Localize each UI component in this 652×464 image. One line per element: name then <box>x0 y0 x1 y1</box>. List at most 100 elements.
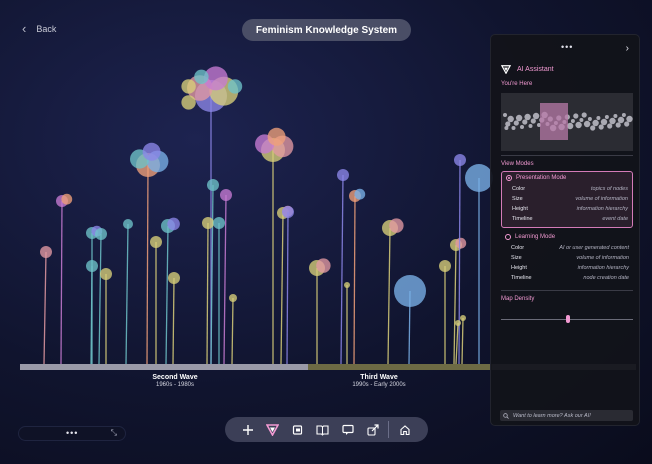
timeline-segment[interactable] <box>308 364 492 370</box>
knowledge-node[interactable] <box>309 258 331 364</box>
minimap-node <box>570 119 575 123</box>
mode-row-key: Height <box>512 206 528 212</box>
view-modes-label: View Modes <box>501 161 534 167</box>
minimap-node <box>515 114 523 122</box>
knowledge-node[interactable] <box>207 179 219 365</box>
minimap-node <box>575 121 582 129</box>
density-slider-thumb[interactable] <box>566 315 570 323</box>
knowledge-node[interactable] <box>95 228 107 365</box>
knowledge-node[interactable] <box>168 272 180 365</box>
minimap-node <box>617 116 625 124</box>
add-icon <box>242 424 253 435</box>
ai-assistant-button[interactable] <box>260 417 285 442</box>
knowledge-node[interactable] <box>213 217 225 364</box>
more-icon[interactable]: ••• <box>66 428 78 438</box>
minimap-viewport[interactable] <box>540 103 568 140</box>
cards-button[interactable] <box>285 417 310 442</box>
radio-unselected-icon[interactable] <box>505 234 511 240</box>
minimap-node <box>613 114 618 118</box>
era-years: 1960s - 1980s <box>155 382 195 388</box>
ask-ai-placeholder: Want to learn more? Ask our AI! <box>513 412 591 419</box>
radio-selected-icon[interactable] <box>506 175 512 181</box>
mode-title: Learning Mode <box>505 234 629 240</box>
mode-title-label: Presentation Mode <box>516 175 567 181</box>
knowledge-node[interactable] <box>150 236 162 364</box>
mode-title-label: Learning Mode <box>515 234 556 240</box>
panel-more-icon[interactable]: ••• <box>561 42 573 52</box>
knowledge-node[interactable] <box>465 164 493 364</box>
minimap[interactable] <box>501 93 633 151</box>
era-label-second-wave: Second Wave 1960s - 1980s <box>130 374 220 388</box>
minimap-node <box>587 117 592 121</box>
share-button[interactable] <box>360 417 385 442</box>
minimap-node <box>503 113 507 117</box>
mode-row-key: Height <box>511 265 527 271</box>
minimap-node <box>573 113 579 119</box>
knowledge-node[interactable] <box>229 294 237 365</box>
app-window: ‹ Back Feminism Knowledge System Second … <box>0 0 652 464</box>
mode-title: Presentation Mode <box>506 175 628 181</box>
mode-row: Color AI or user generated content <box>505 243 629 253</box>
knowledge-node[interactable] <box>282 206 294 365</box>
knowledge-node[interactable] <box>455 320 461 365</box>
mode-row-value: event date <box>602 216 628 222</box>
expand-icon[interactable]: ⤡ <box>111 428 117 438</box>
search-icon <box>503 412 509 419</box>
mode-row: Height information hierarchy <box>506 204 628 214</box>
minimap-node <box>609 117 616 125</box>
knowledge-node[interactable] <box>130 142 169 365</box>
mode-row: Color topics of nodes <box>506 184 628 194</box>
mini-controls: ••• ⤡ <box>18 426 126 441</box>
mode-row: Timeline event date <box>506 214 628 224</box>
knowledge-node[interactable] <box>161 217 180 365</box>
ai-logo-icon <box>266 423 279 436</box>
ask-ai-input[interactable]: Want to learn more? Ask our AI! <box>500 410 633 421</box>
chat-button[interactable] <box>335 417 360 442</box>
era-name: Second Wave <box>152 374 198 381</box>
collapse-panel-icon[interactable]: › <box>626 43 629 54</box>
back-button[interactable]: ‹ Back <box>22 22 56 35</box>
minimap-node <box>615 122 621 128</box>
minimap-node <box>504 126 509 130</box>
presentation-mode-option[interactable]: Presentation Mode Color topics of nodes S… <box>501 171 633 228</box>
knowledge-node[interactable] <box>40 246 52 365</box>
minimap-node <box>626 115 633 123</box>
knowledge-node[interactable] <box>394 275 426 365</box>
minimap-node <box>592 119 599 127</box>
minimap-node <box>528 124 533 128</box>
ai-logo-icon <box>501 65 511 74</box>
learning-mode-option[interactable]: Learning Mode Color AI or user generated … <box>501 231 633 287</box>
minimap-node <box>579 118 584 122</box>
minimap-node <box>607 123 613 129</box>
minimap-node <box>600 118 608 126</box>
era-label-third-wave: Third Wave 1990s - Early 2000s <box>334 374 424 388</box>
minimap-node <box>513 120 519 126</box>
knowledge-node[interactable] <box>439 260 451 364</box>
toolbar-divider <box>388 421 389 438</box>
add-button[interactable] <box>235 417 260 442</box>
mode-row: Size volume of information <box>506 194 628 204</box>
knowledge-node[interactable] <box>344 282 350 364</box>
minimap-node <box>590 125 596 131</box>
timeline-segment[interactable] <box>20 364 308 370</box>
knowledge-node[interactable] <box>100 268 112 364</box>
mode-row-value: information hierarchy <box>576 206 628 212</box>
cards-icon <box>292 424 302 435</box>
mode-row: Timeline node creation date <box>505 273 629 283</box>
mode-row-key: Timeline <box>512 216 533 222</box>
knowledge-node[interactable] <box>220 189 232 365</box>
home-button[interactable] <box>392 417 417 442</box>
knowledge-node[interactable] <box>450 237 467 365</box>
knowledge-node[interactable] <box>349 188 366 365</box>
mode-row-key: Timeline <box>511 275 532 281</box>
mode-row-value: information hierarchy <box>577 265 629 271</box>
mode-row-key: Size <box>511 255 522 261</box>
knowledge-node[interactable] <box>277 205 294 365</box>
knowledge-node[interactable] <box>56 193 73 365</box>
library-button[interactable] <box>310 417 335 442</box>
back-label: Back <box>36 23 57 34</box>
assistant-header: AI Assistant <box>501 65 554 74</box>
minimap-node <box>581 112 587 118</box>
location-label: You're Here <box>501 81 533 87</box>
knowledge-node[interactable] <box>123 219 133 365</box>
